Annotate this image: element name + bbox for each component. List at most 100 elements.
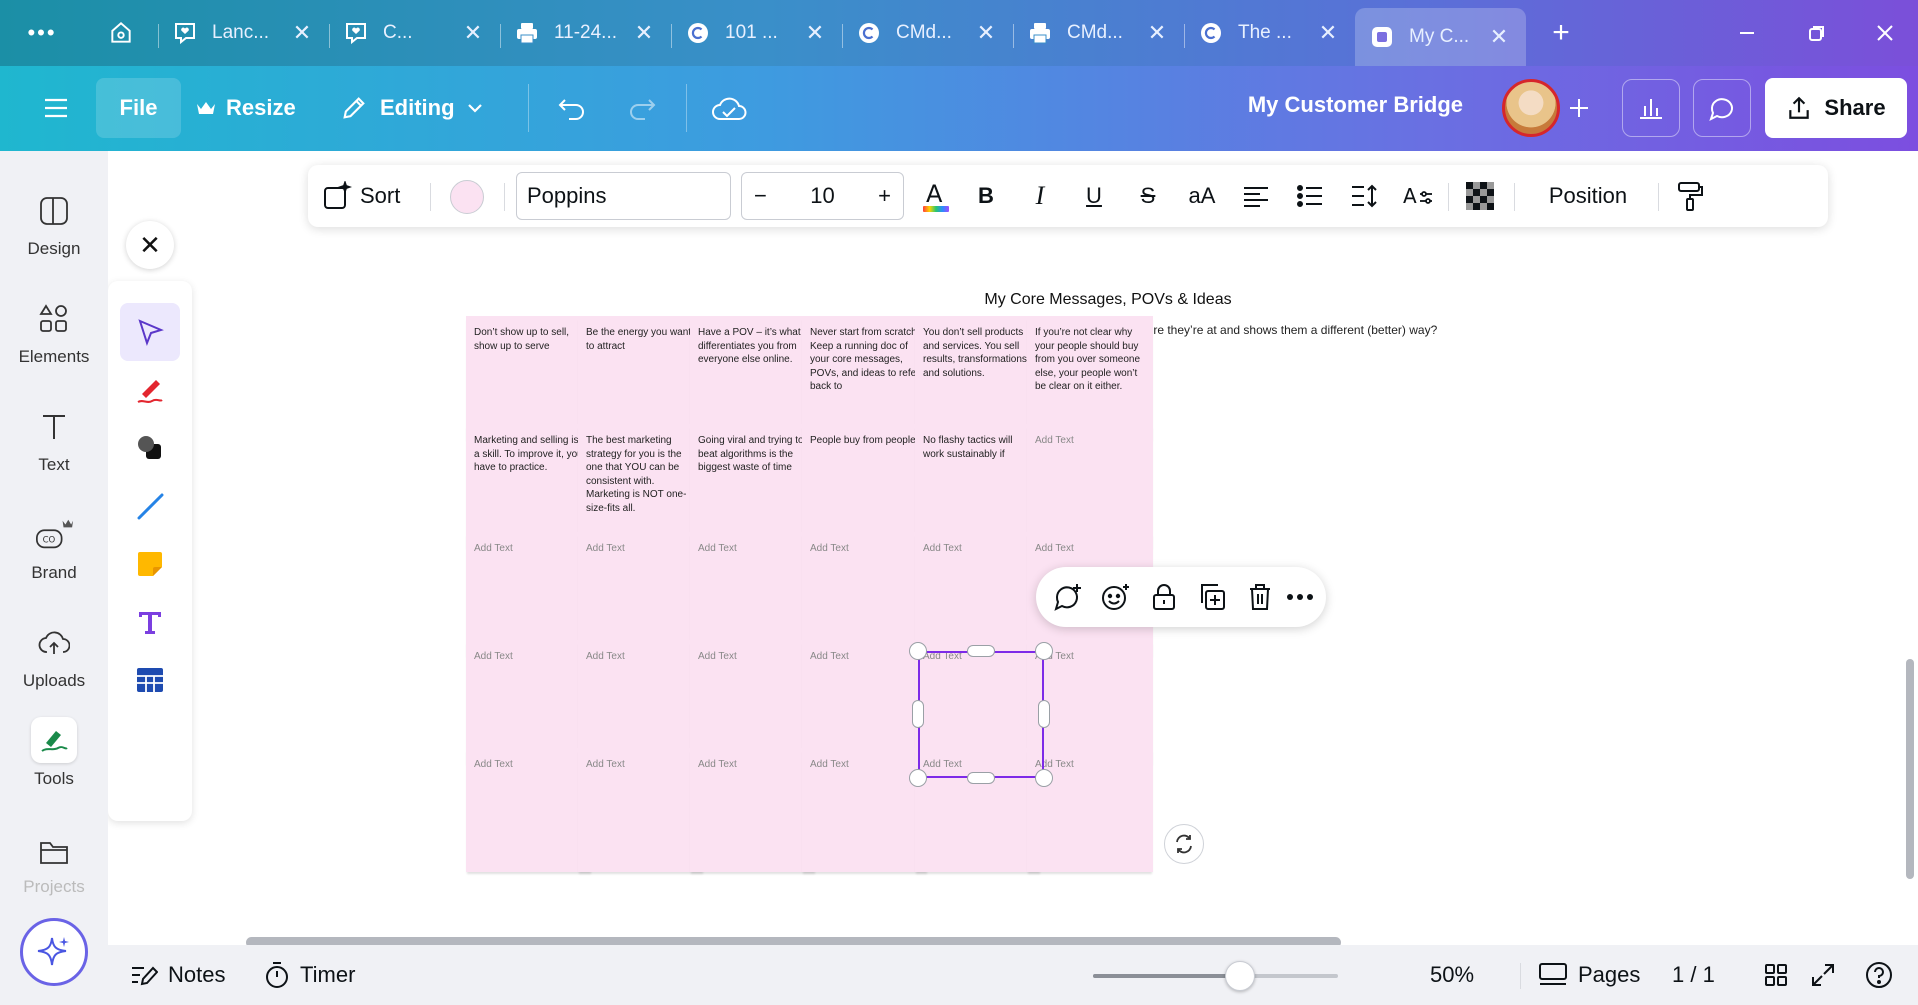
browser-tab[interactable]: C... ✕ — [329, 0, 500, 66]
sticky-note[interactable]: Add Text — [802, 532, 928, 656]
editing-mode-dropdown[interactable]: Editing — [340, 78, 483, 138]
hamburger-menu-icon[interactable] — [38, 78, 74, 138]
resize-handle[interactable] — [967, 645, 995, 657]
vertical-scrollbar[interactable] — [1906, 659, 1914, 879]
design-canvas[interactable]: ✕ Sort Poppins − 10 + A B I U S aA A Pos… — [108, 151, 1918, 945]
page-count[interactable]: 1 / 1 — [1672, 945, 1715, 1005]
resize-handle[interactable] — [909, 769, 927, 787]
resize-handle[interactable] — [1038, 700, 1050, 728]
add-reaction-icon[interactable] — [1092, 567, 1140, 627]
close-tab-icon[interactable]: ✕ — [800, 20, 830, 46]
line-spacing-icon[interactable] — [1342, 165, 1386, 227]
rail-item-uploads[interactable]: Uploads — [0, 611, 108, 711]
new-tab-button[interactable]: + — [1526, 0, 1596, 66]
close-tools-button[interactable]: ✕ — [126, 221, 174, 269]
underline-button[interactable]: U — [1072, 165, 1116, 227]
sticky-note[interactable]: Add Text — [466, 640, 592, 764]
undo-icon[interactable] — [548, 78, 596, 138]
resize-handle[interactable] — [967, 772, 995, 784]
sticky-note[interactable]: Add Text — [578, 640, 704, 764]
font-family-dropdown[interactable]: Poppins — [516, 172, 731, 220]
file-menu-button[interactable]: File — [96, 78, 181, 138]
browser-tab[interactable]: My C... ✕ — [1355, 8, 1526, 66]
sticky-note[interactable]: Add Text — [578, 532, 704, 656]
close-tab-icon[interactable]: ✕ — [287, 20, 317, 46]
letter-case-button[interactable]: aA — [1180, 165, 1224, 227]
add-collaborator-icon[interactable] — [1560, 79, 1598, 137]
rail-item-elements[interactable]: Elements — [0, 287, 108, 387]
home-icon[interactable] — [84, 0, 158, 66]
lock-icon[interactable] — [1140, 567, 1188, 627]
sticky-note[interactable]: Add Text — [578, 748, 704, 872]
magic-assistant-button[interactable] — [20, 918, 88, 986]
sticky-note[interactable]: Going viral and trying to beat algorithm… — [690, 424, 816, 548]
notes-button[interactable]: Notes — [130, 945, 225, 1005]
close-tab-icon[interactable]: ✕ — [1484, 24, 1514, 50]
browser-tab[interactable]: The ... ✕ — [1184, 0, 1355, 66]
sticky-note[interactable]: You don’t sell products and services. Yo… — [915, 316, 1041, 440]
board-title[interactable]: My Core Messages, POVs & Ideas — [808, 291, 1408, 309]
comment-icon[interactable] — [1693, 79, 1751, 137]
italic-button[interactable]: I — [1018, 165, 1062, 227]
position-button[interactable]: Position — [1528, 165, 1648, 227]
timer-button[interactable]: Timer — [264, 945, 355, 1005]
browser-tab[interactable]: 11-24... ✕ — [500, 0, 671, 66]
add-comment-icon[interactable] — [1044, 567, 1092, 627]
bold-button[interactable]: B — [964, 165, 1008, 227]
cloud-saved-icon[interactable] — [704, 78, 754, 138]
sort-button[interactable]: Sort — [322, 165, 400, 227]
resize-handle[interactable] — [1035, 769, 1053, 787]
table-tool[interactable] — [120, 651, 180, 709]
restore-icon[interactable] — [1782, 0, 1852, 66]
sticky-note[interactable]: Add Text — [1027, 424, 1153, 548]
browser-tab[interactable]: CMd... ✕ — [842, 0, 1013, 66]
sticky-note[interactable]: Add Text — [466, 532, 592, 656]
text-effects-icon[interactable]: A — [1396, 165, 1440, 227]
zoom-percentage[interactable]: 50% — [1430, 945, 1474, 1005]
sticky-note[interactable]: Add Text — [802, 748, 928, 872]
rail-item-tools[interactable]: Tools — [0, 717, 108, 817]
sticky-note[interactable]: Add Text — [802, 640, 928, 764]
font-size-value[interactable]: 10 — [810, 183, 834, 209]
shapes-tool[interactable] — [120, 419, 180, 477]
horizontal-scrollbar[interactable] — [246, 937, 1341, 945]
select-tool[interactable] — [120, 303, 180, 361]
rail-item-projects[interactable]: Projects — [0, 823, 108, 897]
share-button[interactable]: Share — [1765, 78, 1907, 138]
rail-item-text[interactable]: Text — [0, 395, 108, 495]
color-swatch[interactable] — [450, 180, 484, 214]
resize-handle[interactable] — [909, 642, 927, 660]
selection-outline[interactable] — [918, 651, 1044, 778]
sticky-note[interactable]: The best marketing strategy for you is t… — [578, 424, 704, 548]
sticky-note[interactable]: Be the energy you want to attract — [578, 316, 704, 440]
sticky-note[interactable]: Add Text — [690, 748, 816, 872]
browser-tab[interactable]: CMd... ✕ — [1013, 0, 1184, 66]
close-tab-icon[interactable]: ✕ — [971, 20, 1001, 46]
document-title[interactable]: My Customer Bridge — [1248, 92, 1463, 118]
pen-tool[interactable] — [120, 361, 180, 419]
rotate-icon[interactable] — [1164, 824, 1204, 864]
resize-handle[interactable] — [1035, 642, 1053, 660]
browser-menu-icon[interactable]: ••• — [0, 0, 84, 66]
sticky-note[interactable]: No flashy tactics will work sustainably … — [915, 424, 1041, 548]
window-close-icon[interactable] — [1850, 0, 1918, 66]
strikethrough-button[interactable]: S — [1126, 165, 1170, 227]
rail-item-brand[interactable]: CO Brand — [0, 503, 108, 603]
increase-size-button[interactable]: + — [878, 183, 891, 209]
duplicate-icon[interactable] — [1188, 567, 1236, 627]
decrease-size-button[interactable]: − — [754, 183, 767, 209]
sticky-note-tool[interactable] — [120, 535, 180, 593]
redo-icon[interactable] — [618, 78, 666, 138]
minimize-icon[interactable] — [1712, 0, 1782, 66]
copy-style-icon[interactable] — [1668, 165, 1712, 227]
avatar[interactable] — [1502, 79, 1560, 137]
analytics-icon[interactable] — [1622, 79, 1680, 137]
sticky-note[interactable]: Have a POV – it’s what differentiates yo… — [690, 316, 816, 440]
close-tab-icon[interactable]: ✕ — [629, 20, 659, 46]
resize-button[interactable]: Resize — [196, 78, 296, 138]
zoom-slider[interactable] — [1093, 961, 1338, 991]
zoom-slider-handle[interactable] — [1225, 961, 1255, 991]
sticky-note[interactable]: Never start from scratch. Keep a running… — [802, 316, 928, 440]
sticky-note[interactable]: Add Text — [466, 748, 592, 872]
close-tab-icon[interactable]: ✕ — [1313, 20, 1343, 46]
